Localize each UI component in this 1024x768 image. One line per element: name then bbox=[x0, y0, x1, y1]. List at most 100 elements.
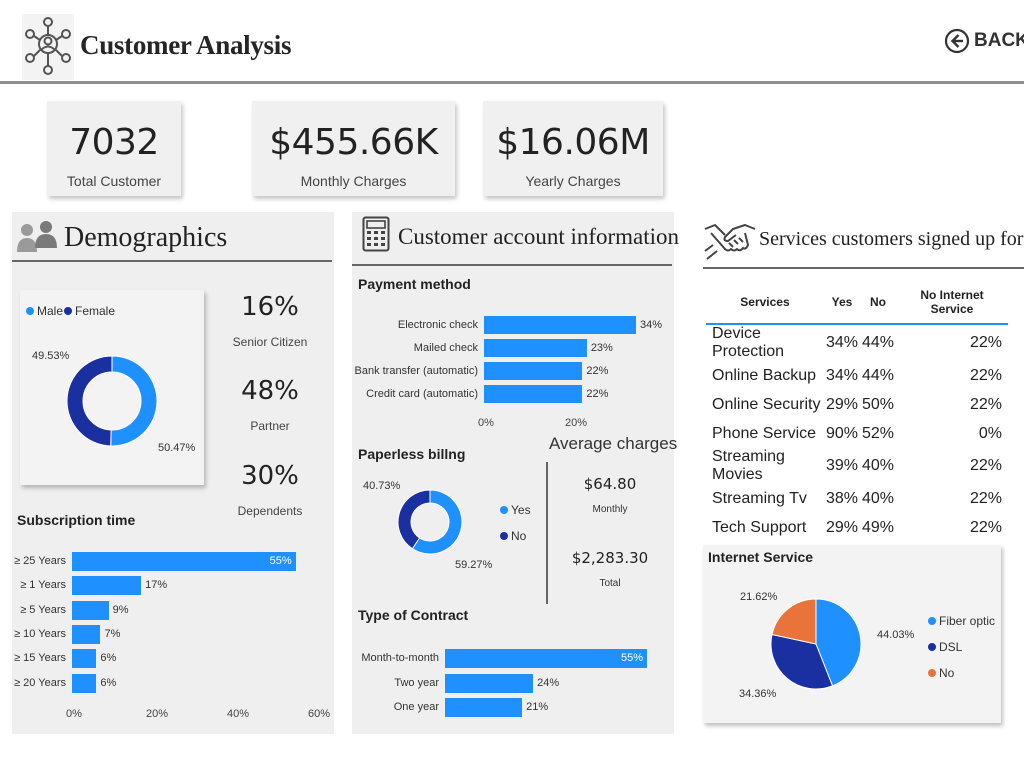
internet-service-title: Internet Service bbox=[708, 549, 814, 565]
account-divider bbox=[352, 264, 672, 266]
bar-value-label: 22% bbox=[586, 387, 609, 400]
partner-value: 48% bbox=[241, 376, 299, 406]
axis-tick: 40% bbox=[227, 708, 250, 720]
dependents-label: Dependents bbox=[237, 504, 303, 518]
service-no-internet: 22% bbox=[969, 395, 1002, 413]
service-yes: 39% bbox=[825, 457, 858, 474]
arrow-left-circle-icon bbox=[944, 28, 970, 54]
bar-category-label: ≥ 15 Years bbox=[14, 652, 66, 665]
table-row: Streaming Tv 38% 40% 22% bbox=[706, 484, 1008, 513]
bar-category-label: ≥ 1 Years bbox=[20, 579, 66, 592]
service-yes: 29% bbox=[825, 518, 858, 536]
avg-charges-title: Average charges bbox=[549, 434, 678, 453]
internet-legend-dsl: DSL bbox=[928, 640, 962, 654]
axis-tick: 20% bbox=[565, 417, 588, 429]
axis-tick: 0% bbox=[478, 417, 494, 429]
service-name: Streaming Tv bbox=[712, 489, 807, 507]
account-title: Customer account information bbox=[398, 224, 680, 249]
bar bbox=[445, 698, 523, 717]
paperless-legend-no: No bbox=[500, 529, 526, 543]
internet-fiber-pct: 44.03% bbox=[877, 629, 915, 641]
services-divider bbox=[703, 267, 1024, 269]
service-name: Streaming Movies bbox=[712, 448, 785, 483]
bar-category-label: ≥ 20 Years bbox=[14, 676, 66, 689]
dependents-value: 30% bbox=[241, 461, 299, 491]
kpi-value: $16.06M bbox=[496, 122, 650, 163]
internet-legend-no: No bbox=[928, 666, 954, 680]
bar-category-label: Mailed check bbox=[413, 341, 478, 354]
legend-dot bbox=[928, 617, 936, 625]
service-name: Phone Service bbox=[712, 424, 817, 442]
slice-female bbox=[66, 355, 113, 447]
service-name: Online Security bbox=[712, 395, 821, 413]
gender-female-pct: 49.53% bbox=[32, 350, 70, 362]
kpi-monthly-charges: $455.66K Monthly Charges bbox=[252, 101, 455, 196]
bar-category-label: Bank transfer (automatic) bbox=[354, 364, 479, 377]
back-label: BACK bbox=[974, 30, 1024, 51]
service-yes: 34% bbox=[825, 366, 858, 384]
axis-tick: 60% bbox=[308, 708, 331, 720]
bar-value-label: 24% bbox=[537, 676, 560, 689]
legend-dot bbox=[928, 643, 936, 651]
bar-value-label: 23% bbox=[590, 341, 613, 354]
services-table: Services Yes No No Internet Service Devi… bbox=[706, 284, 1008, 542]
column-header-no-internet: No Internet Service bbox=[896, 284, 1008, 325]
service-yes: 34% bbox=[825, 334, 858, 351]
paperless-yes-pct: 59.27% bbox=[455, 559, 493, 571]
page-title: Customer Analysis bbox=[80, 30, 292, 60]
bar-value-label: 9% bbox=[112, 603, 129, 616]
service-no-internet: 22% bbox=[969, 518, 1002, 536]
service-name: Tech Support bbox=[712, 518, 807, 536]
avg-charges-divider bbox=[546, 462, 548, 604]
calculator-icon bbox=[362, 216, 390, 252]
bar-value-label: 21% bbox=[526, 701, 549, 713]
avg-monthly-value: $64.80 bbox=[583, 475, 637, 493]
subscription-title: Subscription time bbox=[17, 512, 136, 528]
bar-value-label: 7% bbox=[104, 627, 121, 640]
back-button[interactable]: BACK bbox=[944, 28, 1024, 54]
kpi-yearly-charges: $16.06M Yearly Charges bbox=[483, 101, 663, 196]
services-title: Services customers signed up for bbox=[759, 228, 1024, 250]
bar-value-label: 6% bbox=[100, 676, 117, 689]
avg-total-value: $2,283.30 bbox=[571, 549, 649, 567]
column-header-no: No bbox=[860, 284, 897, 325]
payment-method-title: Payment method bbox=[358, 276, 471, 292]
legend-dot bbox=[500, 506, 508, 514]
legend-dot bbox=[500, 532, 508, 540]
bar bbox=[484, 385, 583, 403]
service-no: 52% bbox=[862, 424, 895, 442]
service-no: 50% bbox=[862, 395, 895, 413]
bar-category-label: ≥ 5 Years bbox=[20, 603, 66, 616]
bar bbox=[72, 624, 101, 644]
table-row: Tech Support 29% 49% 22% bbox=[706, 513, 1008, 542]
senior-citizen-value: 16% bbox=[241, 292, 299, 322]
bar-value-label: 17% bbox=[145, 579, 168, 592]
paperless-billing-title: Paperless billng bbox=[358, 446, 466, 462]
internet-no-pct: 21.62% bbox=[740, 591, 778, 603]
service-no: 44% bbox=[862, 366, 895, 384]
partner-label: Partner bbox=[250, 419, 290, 433]
service-yes: 29% bbox=[825, 395, 858, 413]
kpi-value: 7032 bbox=[69, 122, 159, 163]
bar bbox=[445, 649, 647, 668]
service-no: 40% bbox=[862, 457, 895, 474]
service-name: Online Backup bbox=[712, 366, 817, 384]
internet-dsl-pct: 34.36% bbox=[739, 688, 777, 700]
service-no-internet: 22% bbox=[969, 334, 1002, 351]
customer-network-icon bbox=[25, 17, 71, 75]
bar bbox=[484, 316, 636, 334]
service-yes: 38% bbox=[825, 489, 858, 507]
slice-male bbox=[110, 355, 158, 447]
gender-donut-chart bbox=[66, 355, 158, 447]
legend-dot bbox=[928, 669, 936, 677]
table-row: Phone Service 90% 52% 0% bbox=[706, 419, 1008, 448]
service-name: Device Protection bbox=[712, 325, 785, 360]
bar-category-label: One year bbox=[393, 701, 439, 713]
legend-label: No bbox=[939, 666, 955, 680]
service-yes: 90% bbox=[825, 424, 858, 442]
bar bbox=[484, 339, 587, 357]
bar-value-label: 34% bbox=[640, 318, 663, 331]
column-header-services: Services bbox=[706, 284, 824, 325]
slice-no bbox=[397, 489, 431, 550]
table-row: Online Backup 34% 44% 22% bbox=[706, 361, 1008, 390]
